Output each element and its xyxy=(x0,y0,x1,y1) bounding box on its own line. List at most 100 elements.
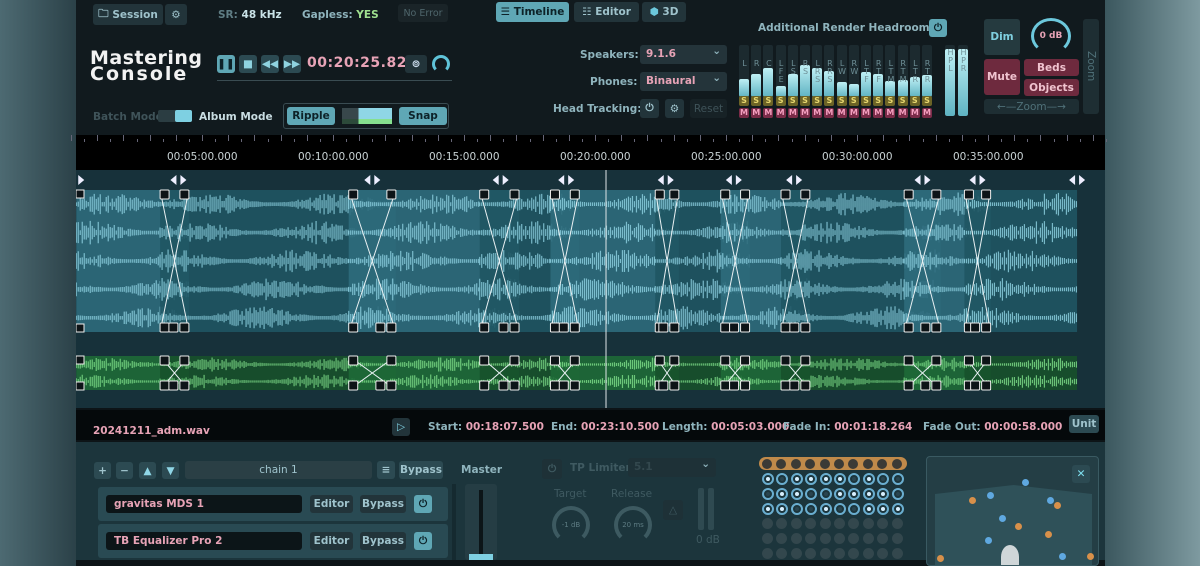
fade-handle[interactable] xyxy=(549,189,560,200)
routing-node[interactable] xyxy=(891,518,903,529)
fade-handle[interactable] xyxy=(981,355,992,366)
routing-node[interactable] xyxy=(805,518,817,529)
release-knob[interactable]: 20 ms xyxy=(614,506,652,544)
routing-node[interactable] xyxy=(848,548,860,559)
solo-button[interactable]: S xyxy=(751,96,762,106)
routing-node[interactable] xyxy=(790,488,803,500)
solo-button[interactable]: S xyxy=(800,96,810,106)
fade-handle[interactable] xyxy=(903,355,914,366)
delta-button[interactable]: △ xyxy=(663,500,683,520)
plugin-editor-button[interactable]: Editor xyxy=(310,532,353,550)
chain-name-field[interactable]: chain 1 xyxy=(185,461,372,479)
routing-node[interactable] xyxy=(891,503,904,515)
routing-node[interactable] xyxy=(848,503,861,515)
fade-handle[interactable] xyxy=(658,380,669,391)
routing-node[interactable] xyxy=(891,548,903,559)
timeline-ruler[interactable]: 00:05:00.000 00:10:00.000 00:15:00.000 00:2… xyxy=(71,135,1107,170)
routing-node[interactable] xyxy=(805,473,818,485)
snap-button[interactable]: Snap xyxy=(399,107,447,125)
fade-handle[interactable] xyxy=(780,380,791,391)
fade-handle[interactable] xyxy=(549,355,560,366)
tab-3d[interactable]: ⬢ 3D xyxy=(642,2,686,22)
routing-node[interactable] xyxy=(891,473,904,485)
routing-node[interactable] xyxy=(762,518,773,529)
fade-handle[interactable] xyxy=(348,355,359,366)
fade-handle[interactable] xyxy=(179,355,190,366)
fade-handle[interactable] xyxy=(970,322,981,333)
routing-node[interactable] xyxy=(805,503,818,515)
routing-node[interactable] xyxy=(891,533,903,544)
move-down-button[interactable]: ▼ xyxy=(162,462,179,479)
solo-button[interactable]: S xyxy=(885,96,896,106)
reset-button[interactable]: Reset xyxy=(690,99,727,118)
fade-handle[interactable] xyxy=(669,380,680,391)
vertical-zoom-slider[interactable]: Zoom xyxy=(1083,19,1099,114)
fade-handle[interactable] xyxy=(479,322,490,333)
fade-handle[interactable] xyxy=(800,380,811,391)
audio-object[interactable] xyxy=(1059,553,1066,560)
routing-node[interactable] xyxy=(762,548,773,559)
clip-boundary-handle[interactable] xyxy=(969,175,986,185)
routing-node[interactable] xyxy=(848,533,860,544)
routing-node[interactable] xyxy=(877,548,889,559)
headphones-icon[interactable] xyxy=(432,55,450,73)
fade-handle[interactable] xyxy=(720,380,731,391)
routing-node[interactable] xyxy=(862,533,874,544)
fade-handle[interactable] xyxy=(179,189,190,200)
mode-toggle[interactable] xyxy=(158,110,192,122)
limiter-power-button[interactable]: ⏻ xyxy=(542,459,562,479)
audio-object[interactable] xyxy=(987,492,994,499)
fade-handle[interactable] xyxy=(740,322,751,333)
audio-object[interactable] xyxy=(1054,502,1061,509)
mute-channel-button[interactable]: M xyxy=(873,108,884,118)
fade-handle[interactable] xyxy=(963,355,974,366)
play-clip-button[interactable]: ▷ xyxy=(392,418,410,436)
clip-boundary-handle[interactable] xyxy=(170,175,187,185)
routing-node[interactable] xyxy=(834,518,845,529)
routing-node[interactable] xyxy=(862,488,875,500)
plugin-editor-button[interactable]: Editor xyxy=(310,495,353,513)
timeline-lanes[interactable] xyxy=(68,170,1105,408)
fade-handle[interactable] xyxy=(558,380,569,391)
routing-node[interactable] xyxy=(834,473,846,485)
fade-handle[interactable] xyxy=(800,355,811,366)
fade-handle[interactable] xyxy=(931,355,942,366)
master-fader[interactable] xyxy=(465,484,497,560)
fade-handle[interactable] xyxy=(963,189,974,200)
objects-button[interactable]: Objects xyxy=(1024,79,1079,96)
solo-button[interactable]: S xyxy=(763,96,774,106)
fade-handle[interactable] xyxy=(740,355,751,366)
audio-object[interactable] xyxy=(985,537,992,544)
fade-handle[interactable] xyxy=(720,189,731,200)
fade-handle[interactable] xyxy=(720,355,731,366)
fade-handle[interactable] xyxy=(780,355,791,366)
mute-channel-button[interactable]: M xyxy=(922,108,932,118)
routing-node[interactable] xyxy=(805,533,817,544)
chain-scrollbar[interactable] xyxy=(452,484,456,560)
fade-handle[interactable] xyxy=(159,322,170,333)
fade-handle[interactable] xyxy=(479,380,490,391)
fade-handle[interactable] xyxy=(498,322,509,333)
routing-node[interactable] xyxy=(790,548,802,559)
routing-node[interactable] xyxy=(862,548,874,559)
clip-boundary-handle[interactable] xyxy=(492,175,509,185)
routing-node[interactable] xyxy=(877,533,889,544)
fade-handle[interactable] xyxy=(569,380,580,391)
solo-button[interactable]: S xyxy=(836,96,847,106)
fade-handle[interactable] xyxy=(509,189,520,200)
fade-handle[interactable] xyxy=(569,189,580,200)
routing-node[interactable] xyxy=(834,533,845,544)
routing-node[interactable] xyxy=(790,459,801,469)
fade-handle[interactable] xyxy=(569,322,580,333)
fade-handle[interactable] xyxy=(931,322,942,333)
fade-handle[interactable] xyxy=(789,322,800,333)
add-plugin-button[interactable]: + xyxy=(94,462,111,479)
fade-handle[interactable] xyxy=(498,380,509,391)
audio-object[interactable] xyxy=(969,497,976,504)
fade-handle[interactable] xyxy=(159,189,170,200)
fade-handle[interactable] xyxy=(375,322,386,333)
fade-handle[interactable] xyxy=(348,189,359,200)
fade-handle[interactable] xyxy=(75,381,85,391)
fade-handle[interactable] xyxy=(669,355,680,366)
fade-handle[interactable] xyxy=(509,322,520,333)
